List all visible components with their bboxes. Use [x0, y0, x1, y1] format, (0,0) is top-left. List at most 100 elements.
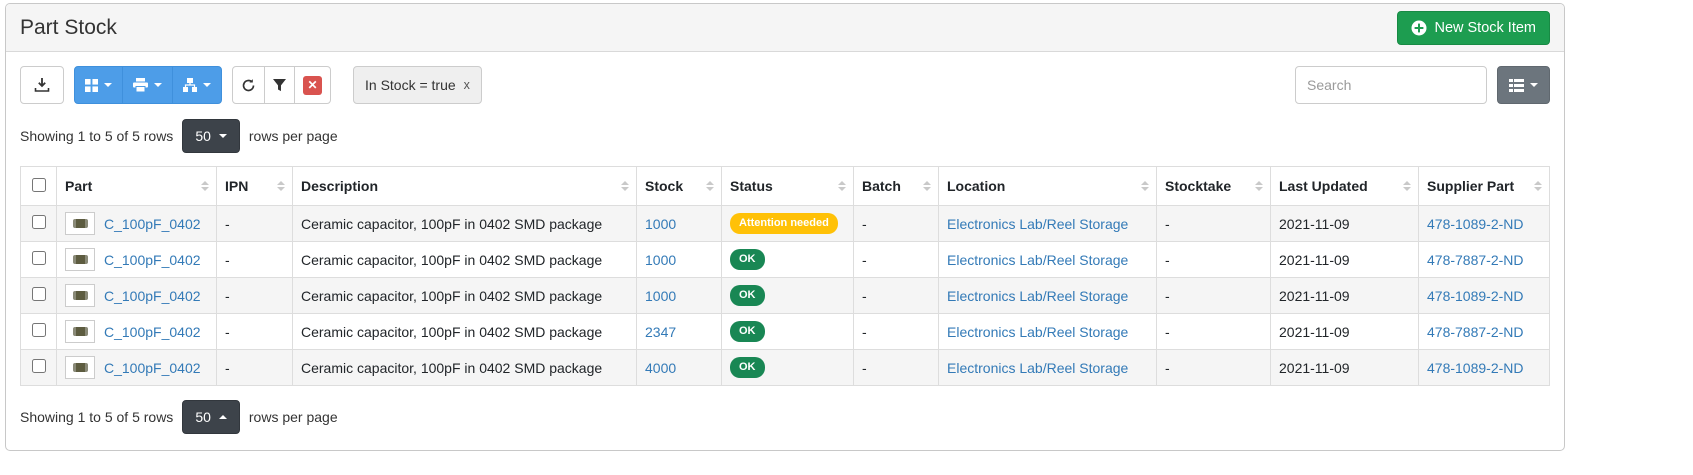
sort-icon	[621, 181, 629, 191]
grid-icon	[85, 79, 98, 92]
stocktake-cell: -	[1157, 206, 1271, 242]
supplier-part-link[interactable]: 478-1089-2-ND	[1427, 216, 1524, 232]
sort-icon	[277, 181, 285, 191]
column-header[interactable]: Stocktake	[1157, 167, 1271, 206]
status-cell: OK	[722, 314, 854, 350]
new-stock-item-button[interactable]: New Stock Item	[1397, 11, 1550, 45]
description-cell: Ceramic capacitor, 100pF in 0402 SMD pac…	[293, 314, 637, 350]
last-updated-cell: 2021-11-09	[1271, 350, 1419, 386]
layout-dropdown-button[interactable]	[74, 66, 123, 104]
download-icon	[34, 77, 50, 93]
status-badge: OK	[730, 321, 765, 341]
chevron-down-icon	[104, 83, 112, 87]
batch-cell: -	[854, 350, 939, 386]
column-header[interactable]: Status	[722, 167, 854, 206]
status-badge: Attention needed	[730, 213, 838, 233]
row-checkbox[interactable]	[32, 359, 46, 373]
part-link[interactable]: C_100pF_0402	[104, 288, 201, 304]
column-header-label: Part	[65, 178, 92, 194]
location-cell: Electronics Lab/Reel Storage	[939, 350, 1157, 386]
page-title: Part Stock	[20, 16, 117, 40]
status-cell: Attention needed	[722, 206, 854, 242]
sort-icon	[923, 181, 931, 191]
table-row: C_100pF_0402 - Ceramic capacitor, 100pF …	[21, 314, 1550, 350]
row-checkbox[interactable]	[32, 215, 46, 229]
remove-filter-icon[interactable]: x	[464, 78, 470, 92]
column-header[interactable]: Supplier Part	[1419, 167, 1550, 206]
description-cell: Ceramic capacitor, 100pF in 0402 SMD pac…	[293, 242, 637, 278]
search-input[interactable]	[1295, 66, 1487, 104]
part-cell: C_100pF_0402	[57, 314, 217, 350]
row-select-cell	[21, 206, 57, 242]
column-header[interactable]: Last Updated	[1271, 167, 1419, 206]
location-link[interactable]: Electronics Lab/Reel Storage	[947, 252, 1128, 268]
location-link[interactable]: Electronics Lab/Reel Storage	[947, 216, 1128, 232]
supplier-part-link[interactable]: 478-1089-2-ND	[1427, 288, 1524, 304]
print-dropdown-button[interactable]	[122, 66, 173, 104]
description-cell: Ceramic capacitor, 100pF in 0402 SMD pac…	[293, 278, 637, 314]
location-link[interactable]: Electronics Lab/Reel Storage	[947, 360, 1128, 376]
page-size-dropdown[interactable]: 50	[182, 400, 240, 434]
table-toolbar: ✕ In Stock = true x	[20, 66, 1550, 104]
supplier-part-cell: 478-1089-2-ND	[1419, 206, 1550, 242]
part-link[interactable]: C_100pF_0402	[104, 216, 201, 232]
filter-tag-label: In Stock = true	[365, 77, 456, 93]
select-all-checkbox[interactable]	[32, 178, 46, 192]
supplier-part-link[interactable]: 478-7887-2-ND	[1427, 324, 1524, 340]
stock-cell: 2347	[637, 314, 722, 350]
sort-icon	[201, 181, 209, 191]
columns-dropdown-button[interactable]	[1497, 66, 1550, 104]
ipn-cell: -	[217, 278, 293, 314]
download-button[interactable]	[20, 66, 64, 104]
column-header[interactable]: Location	[939, 167, 1157, 206]
location-link[interactable]: Electronics Lab/Reel Storage	[947, 288, 1128, 304]
page-size-value: 50	[195, 409, 211, 425]
last-updated-cell: 2021-11-09	[1271, 278, 1419, 314]
row-checkbox[interactable]	[32, 287, 46, 301]
sort-icon	[706, 181, 714, 191]
column-header-label: Stock	[645, 178, 683, 194]
status-badge: OK	[730, 249, 765, 269]
showing-rows-text: Showing 1 to 5 of 5 rows	[20, 128, 173, 144]
blue-action-group	[74, 66, 222, 104]
part-link[interactable]: C_100pF_0402	[104, 252, 201, 268]
column-header-label: Supplier Part	[1427, 178, 1514, 194]
last-updated-cell: 2021-11-09	[1271, 242, 1419, 278]
supplier-part-link[interactable]: 478-1089-2-ND	[1427, 360, 1524, 376]
chevron-down-icon	[219, 134, 227, 138]
row-checkbox[interactable]	[32, 323, 46, 337]
table-row: C_100pF_0402 - Ceramic capacitor, 100pF …	[21, 278, 1550, 314]
column-header-label: IPN	[225, 178, 248, 194]
row-select-cell	[21, 350, 57, 386]
supplier-part-link[interactable]: 478-7887-2-ND	[1427, 252, 1524, 268]
filter-button[interactable]	[264, 66, 295, 104]
row-checkbox[interactable]	[32, 251, 46, 265]
stock-link[interactable]: 1000	[645, 288, 676, 304]
page-size-dropdown[interactable]: 50	[182, 119, 240, 153]
column-header[interactable]: Part	[57, 167, 217, 206]
stock-link[interactable]: 4000	[645, 360, 676, 376]
refresh-icon	[241, 78, 256, 93]
status-badge: OK	[730, 285, 765, 305]
part-thumbnail	[65, 248, 95, 271]
stock-link[interactable]: 1000	[645, 252, 676, 268]
sort-icon	[1534, 181, 1542, 191]
part-link[interactable]: C_100pF_0402	[104, 324, 201, 340]
column-header[interactable]: Stock	[637, 167, 722, 206]
column-header[interactable]: Description	[293, 167, 637, 206]
ipn-cell: -	[217, 206, 293, 242]
column-header[interactable]: Batch	[854, 167, 939, 206]
stock-link[interactable]: 1000	[645, 216, 676, 232]
part-thumbnail	[65, 320, 95, 343]
stock-link[interactable]: 2347	[645, 324, 676, 340]
refresh-button[interactable]	[232, 66, 265, 104]
part-cell: C_100pF_0402	[57, 278, 217, 314]
part-link[interactable]: C_100pF_0402	[104, 360, 201, 376]
part-cell: C_100pF_0402	[57, 206, 217, 242]
column-header[interactable]: IPN	[217, 167, 293, 206]
clear-filters-button[interactable]: ✕	[294, 66, 331, 104]
location-link[interactable]: Electronics Lab/Reel Storage	[947, 324, 1128, 340]
rows-per-page-label: rows per page	[249, 409, 338, 425]
stock-actions-dropdown-button[interactable]	[172, 66, 222, 104]
supplier-part-cell: 478-7887-2-ND	[1419, 242, 1550, 278]
